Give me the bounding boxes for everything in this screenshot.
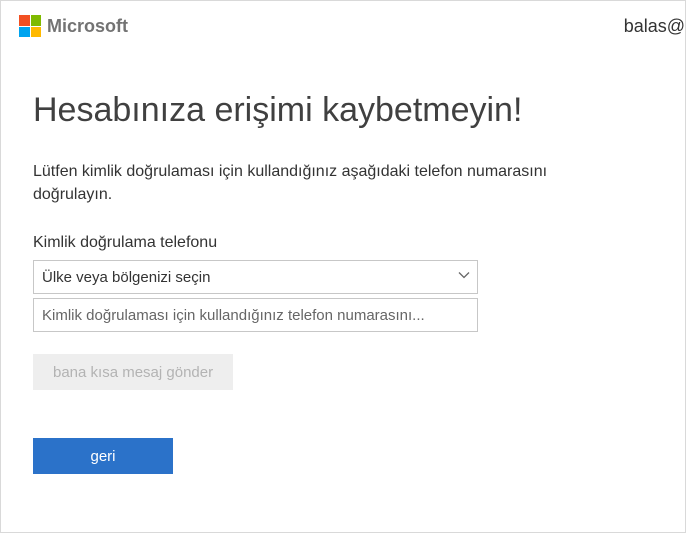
brand-text: Microsoft <box>47 16 128 37</box>
send-sms-button[interactable]: bana kısa mesaj gönder <box>33 354 233 390</box>
phone-input[interactable] <box>33 298 478 332</box>
brand: Microsoft <box>19 15 128 37</box>
phone-label: Kimlik doğrulama telefonu <box>33 234 653 252</box>
country-select-wrap: Ülke veya bölgenizi seçin <box>33 260 478 294</box>
back-button[interactable]: geri <box>33 438 173 474</box>
instruction-text: Lütfen kimlik doğrulaması için kullandığ… <box>33 160 553 206</box>
country-select[interactable]: Ülke veya bölgenizi seçin <box>33 260 478 294</box>
main-content: Hesabınıza erişimi kaybetmeyin! Lütfen k… <box>1 51 685 474</box>
microsoft-logo-icon <box>19 15 41 37</box>
country-select-value: Ülke veya bölgenizi seçin <box>42 269 210 286</box>
header: Microsoft balas@ <box>1 1 685 51</box>
page-title: Hesabınıza erişimi kaybetmeyin! <box>33 91 653 130</box>
user-email: balas@ <box>624 16 685 37</box>
